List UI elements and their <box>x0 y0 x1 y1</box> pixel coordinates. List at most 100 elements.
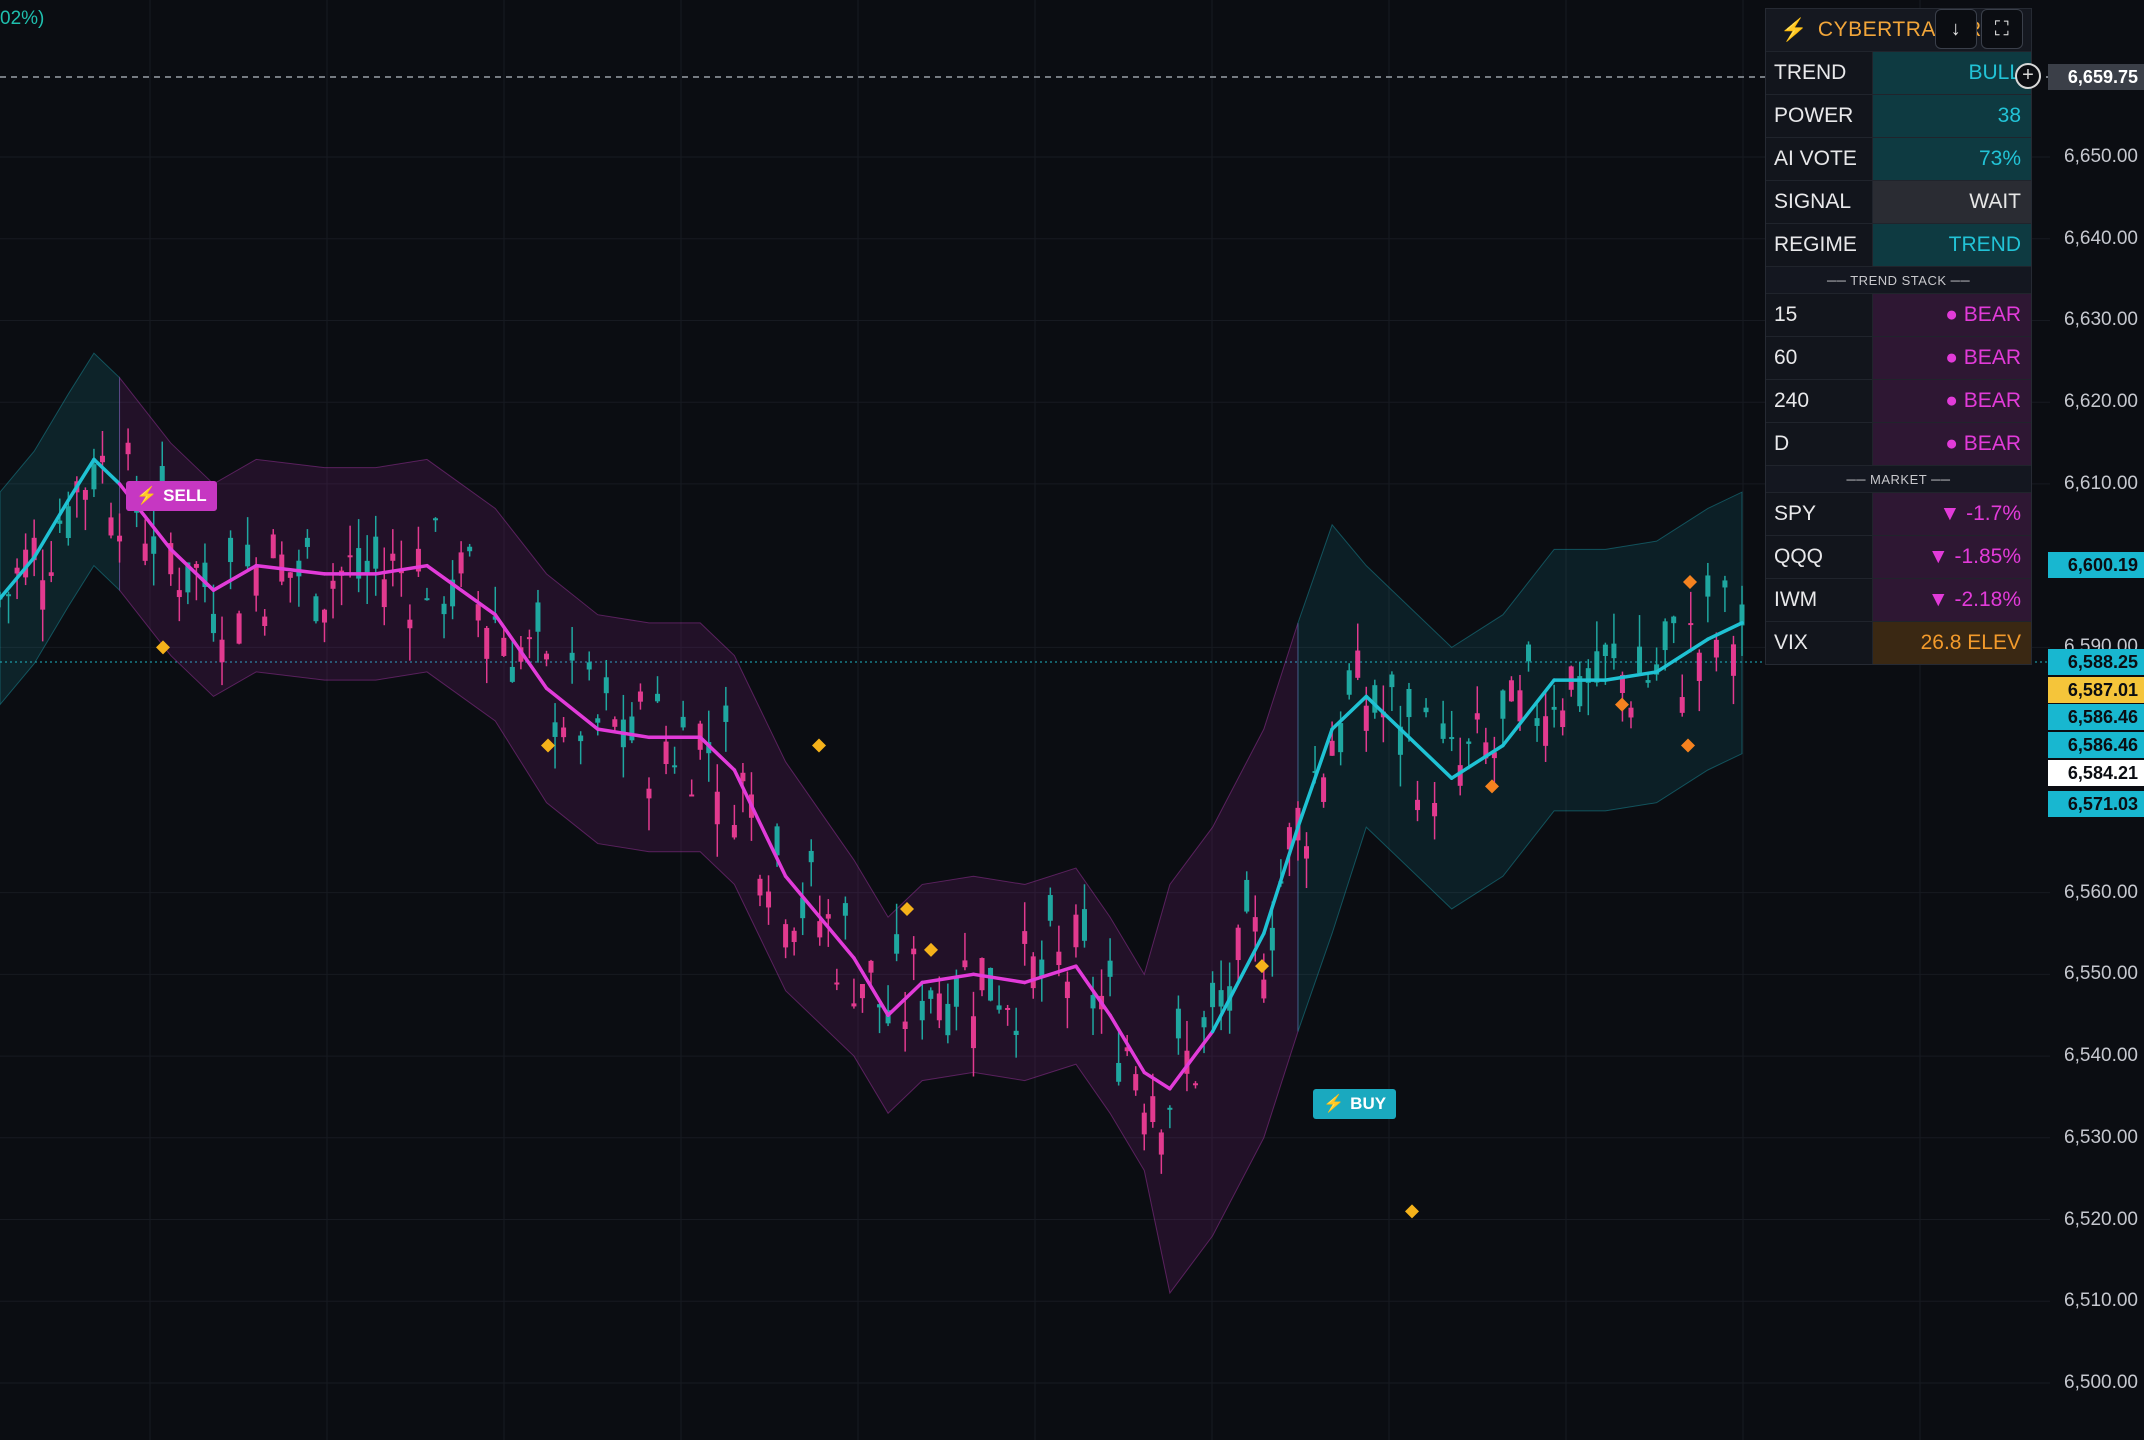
candle-body <box>347 555 353 558</box>
candle-body <box>723 705 729 722</box>
candle-body <box>842 903 848 916</box>
candle-body <box>945 1003 951 1036</box>
candle-body <box>629 716 635 741</box>
candle-body <box>1329 740 1335 756</box>
trend-stack-row: 60 ● BEAR <box>1766 336 2031 379</box>
candle-body <box>1500 690 1506 719</box>
candle-body <box>552 722 558 737</box>
status-key: POWER <box>1766 95 1873 137</box>
candle-body <box>825 914 831 919</box>
candle-body <box>82 490 88 500</box>
candle-body <box>1141 1112 1147 1135</box>
screenshot-icon[interactable]: ⛶ <box>1981 9 2023 49</box>
candle-body <box>603 677 609 694</box>
price-scale[interactable]: 6,650.00 6,640.00 6,630.00 6,620.00 6,610.00… <box>2048 0 2144 1440</box>
status-value: TREND <box>1873 224 2031 266</box>
market-key: VIX <box>1766 622 1873 664</box>
candle-body <box>151 536 157 554</box>
candle-body <box>578 735 584 742</box>
price-tick-label: 6,540.00 <box>2064 1045 2138 1067</box>
candle-body <box>970 1016 976 1049</box>
candle-body <box>1304 846 1309 859</box>
price-chart[interactable] <box>0 0 2050 1440</box>
download-icon[interactable]: ↓ <box>1935 9 1977 49</box>
candle-body <box>766 891 772 908</box>
cybertrader-panel: ⚡ CYBERTRADER ↓ ⛶ TREND BULL POWER 38 AI VOT… <box>1765 8 2032 665</box>
candle-body <box>1167 1107 1173 1110</box>
buy-label-text: BUY <box>1350 1094 1387 1113</box>
candle-body <box>501 637 507 656</box>
candle-body <box>1158 1132 1164 1155</box>
candle-body <box>1192 1083 1198 1086</box>
candle-body <box>569 652 575 661</box>
status-row: POWER 38 <box>1766 94 2031 137</box>
candle-body <box>962 960 968 968</box>
market-value: ▼ -1.85% <box>1873 536 2031 578</box>
status-row: AI VOTE 73% <box>1766 137 2031 180</box>
candle-body <box>646 788 652 799</box>
candle-body <box>1602 644 1608 657</box>
price-tag: 6,587.01 <box>2048 677 2144 703</box>
candle-body <box>228 537 234 563</box>
candle-body <box>6 594 12 597</box>
trend-stack-row: D ● BEAR <box>1766 422 2031 465</box>
candle-body <box>424 598 430 601</box>
candle-body <box>433 518 438 521</box>
candle-body <box>313 596 319 622</box>
candle-body <box>791 930 797 943</box>
candle-body <box>851 1003 857 1007</box>
status-key: TREND <box>1766 52 1873 94</box>
candle-body <box>458 552 464 574</box>
trend-stack-row: 15 ● BEAR <box>1766 293 2031 336</box>
signal-diamond <box>812 738 826 753</box>
candle-body <box>1671 616 1677 624</box>
candle-body <box>330 580 336 589</box>
add-plus-icon[interactable]: + <box>2015 63 2041 89</box>
candle-body <box>672 765 678 768</box>
price-tick-label: 6,550.00 <box>2064 963 2138 985</box>
candle-body <box>210 613 216 634</box>
candle-body <box>1030 956 1036 989</box>
candle-body <box>270 534 276 559</box>
candle-body <box>1090 995 1096 1009</box>
crosshair-price-tag: 6,659.75 <box>2048 64 2144 90</box>
status-value: 73% <box>1873 138 2031 180</box>
candle-body <box>783 924 789 948</box>
candle-body <box>714 791 720 825</box>
candle-body <box>1175 1008 1181 1039</box>
candle-body <box>296 560 302 577</box>
candle-body <box>142 543 148 561</box>
candle-body <box>526 637 532 640</box>
trend-stack-value: ● BEAR <box>1873 423 2031 465</box>
candle-body <box>919 1000 925 1021</box>
candle-body <box>859 984 865 999</box>
sell-signal-label: ⚡ SELL <box>126 481 217 511</box>
candle-body <box>1560 710 1566 728</box>
candle-body <box>1116 1062 1122 1082</box>
candle-body <box>467 546 473 552</box>
trend-stack-value: ● BEAR <box>1873 337 2031 379</box>
market-key: QQQ <box>1766 536 1873 578</box>
candle-body <box>475 604 481 621</box>
candle-body <box>637 691 643 702</box>
candle-body <box>509 666 515 682</box>
price-tick-label: 6,530.00 <box>2064 1126 2138 1148</box>
market-row: SPY ▼ -1.7% <box>1766 492 2031 535</box>
market-row: QQQ ▼ -1.85% <box>1766 535 2031 578</box>
candle-body <box>91 464 97 490</box>
candle-body <box>928 990 934 999</box>
candle-body <box>894 934 900 954</box>
candle-body <box>1073 914 1079 948</box>
market-value: ▼ -2.18% <box>1873 579 2031 621</box>
candle-body <box>689 794 695 797</box>
candle-body <box>1474 713 1480 720</box>
status-value: WAIT <box>1873 181 2031 223</box>
bear-band <box>119 376 1299 1295</box>
status-row: SIGNAL WAIT <box>1766 180 2031 223</box>
candle-body <box>680 716 686 728</box>
trend-stack-header: ── TREND STACK ── <box>1766 266 2031 293</box>
bolt-icon: ⚡ <box>1780 17 1808 42</box>
candle-body <box>1423 707 1429 713</box>
candle-body <box>1645 680 1651 683</box>
candle-body <box>1449 737 1455 740</box>
